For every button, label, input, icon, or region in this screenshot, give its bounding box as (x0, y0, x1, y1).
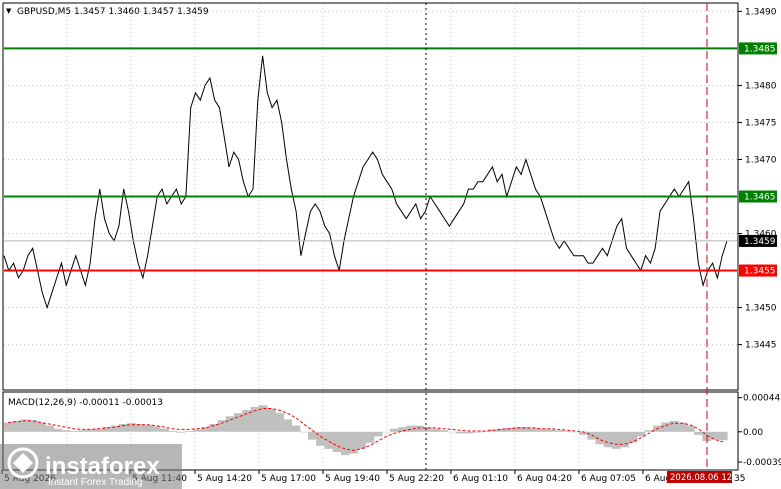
macd-bar (439, 430, 449, 432)
macd-bar (381, 431, 391, 433)
macd-bar (176, 431, 186, 433)
price-tick-label: 1.3470 (745, 155, 777, 165)
macd-bar (217, 420, 227, 432)
macd-title: MACD(12,26,9) -0.00011 -0.00013 (8, 398, 163, 408)
macd-bar (151, 426, 161, 432)
macd-bar (694, 431, 703, 435)
macd-bar (373, 431, 383, 437)
macd-bar (12, 420, 21, 432)
instaforex-logo: instaforex Instant Forex Trading (0, 444, 182, 489)
macd-bar (308, 431, 317, 440)
macd-bar (554, 430, 564, 432)
watermark-tagline: Instant Forex Trading (48, 477, 143, 488)
symbol-info: GBPUSD,M5 1.3457 1.3460 1.3457 1.3459 (17, 7, 209, 17)
macd-bar (193, 429, 202, 432)
time-label-trailing: 35 (734, 474, 745, 484)
macd-bar (168, 431, 178, 432)
macd-bar (628, 431, 638, 443)
macd-bar (603, 431, 613, 448)
dropdown-icon[interactable]: ▼ (6, 7, 12, 15)
macd-bar (340, 431, 350, 456)
macd-bar (299, 431, 309, 433)
macd-bar (225, 416, 235, 432)
macd-bar (464, 431, 473, 434)
macd-bar (357, 431, 367, 449)
time-label: 6 Aug 07:05 (581, 474, 636, 484)
macd-bar (529, 427, 539, 432)
price-tick-label: 1.3450 (745, 304, 777, 314)
macd-bar (390, 428, 399, 432)
macd-bar (160, 428, 169, 432)
macd-bar (620, 431, 629, 448)
macd-bar (431, 428, 440, 432)
macd-bar (546, 429, 556, 432)
time-label: 5 Aug 14:20 (197, 474, 252, 484)
price-axis[interactable]: 1.34901.34801.34751.34701.34601.34501.34… (738, 7, 777, 351)
macd-bar (447, 431, 457, 433)
macd-bar (61, 430, 71, 432)
macd-bar (398, 427, 408, 432)
macd-bar (570, 431, 580, 433)
macd-tick-label: -0.00039 (743, 458, 781, 468)
macd-bar (324, 431, 334, 449)
time-label: 6 Aug 01:10 (453, 474, 508, 484)
macd-bar (414, 425, 424, 432)
macd-bar (455, 431, 465, 434)
macd-bar (472, 431, 482, 433)
macd-bar (45, 425, 54, 432)
watermark-brand: instaforex (45, 453, 160, 480)
macd-bar (562, 431, 572, 432)
macd-bar (4, 422, 13, 432)
macd-bar (291, 425, 301, 432)
level-badge-label: 1.3455 (744, 267, 776, 277)
macd-bar (69, 431, 79, 432)
macd-bar (143, 424, 153, 432)
macd-axis: 0.00044 0.00 -0.00039 (738, 394, 781, 468)
macd-bar (283, 419, 293, 432)
current-price-label: 1.3459 (744, 237, 776, 247)
macd-bar (36, 422, 46, 432)
macd-bar (587, 431, 597, 440)
instaforex-logo-icon (7, 447, 39, 479)
macd-bar (332, 431, 342, 452)
macd-bar (28, 420, 38, 432)
macd-bar (685, 425, 695, 432)
macd-tick-label: 0.00044 (743, 394, 780, 404)
macd-tick-label: 0.00 (743, 428, 763, 438)
price-tick-label: 1.3445 (745, 341, 777, 351)
macd-bar (77, 430, 87, 432)
macd-bar (275, 413, 284, 432)
macd-bar (53, 428, 63, 432)
level-badge-label: 1.3465 (744, 193, 776, 203)
trading-chart[interactable]: ▼ GBPUSD,M5 1.3457 1.3460 1.3457 1.3459 … (0, 0, 781, 489)
time-label: 5 Aug 22:20 (389, 474, 444, 484)
price-tick-label: 1.3490 (745, 7, 777, 17)
macd-bar (266, 408, 276, 432)
time-label: 5 Aug 17:00 (261, 474, 316, 484)
time-label: 5 Aug 19:40 (325, 474, 380, 484)
level-badge-label: 1.3485 (744, 44, 776, 54)
macd-bar (669, 420, 679, 432)
macd-bar (718, 431, 728, 441)
macd-bar (612, 431, 621, 449)
time-label: 6 Aug 04:20 (517, 474, 572, 484)
macd-bar (365, 431, 375, 443)
price-tick-label: 1.3475 (745, 118, 777, 128)
macd-bar (184, 431, 194, 432)
price-tick-label: 1.3480 (745, 81, 777, 91)
